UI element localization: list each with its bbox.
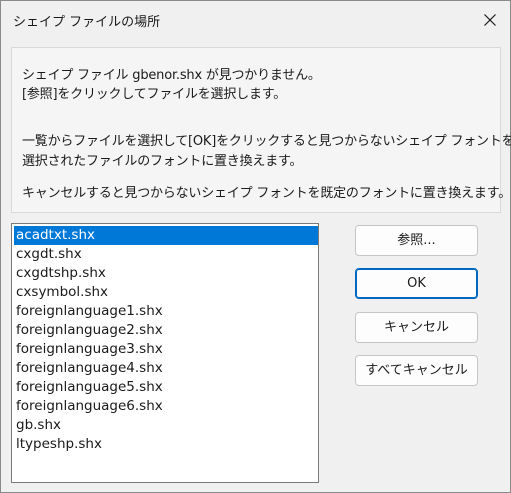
- list-item[interactable]: foreignlanguage4.shx: [14, 359, 318, 378]
- close-icon: [484, 14, 496, 26]
- dialog-title: シェイプ ファイルの場所: [13, 15, 161, 30]
- list-item[interactable]: ltypeshp.shx: [14, 435, 318, 454]
- list-item[interactable]: cxsymbol.shx: [14, 283, 318, 302]
- ok-button[interactable]: OK: [355, 268, 478, 299]
- message-line-2: [参照]をクリックしてファイルを選択します。: [22, 87, 287, 102]
- close-button[interactable]: [479, 9, 501, 31]
- list-item[interactable]: foreignlanguage5.shx: [14, 378, 318, 397]
- list-item[interactable]: foreignlanguage6.shx: [14, 397, 318, 416]
- cancel-all-button[interactable]: すべてキャンセル: [355, 355, 478, 386]
- cancel-button[interactable]: キャンセル: [355, 312, 478, 343]
- list-item[interactable]: foreignlanguage3.shx: [14, 340, 318, 359]
- shape-file-listbox[interactable]: acadtxt.shx cxgdt.shx cxgdtshp.shx cxsym…: [11, 223, 319, 483]
- title-bar[interactable]: シェイプ ファイルの場所: [1, 1, 510, 37]
- list-item[interactable]: acadtxt.shx: [14, 226, 318, 245]
- message-line-4: 選択されたファイルのフォントに置き換えます。: [22, 154, 303, 169]
- browse-button[interactable]: 参照...: [355, 225, 478, 256]
- message-line-5: キャンセルすると見つからないシェイプ フォントを既定のフォントに置き換えます。: [22, 186, 511, 201]
- message-line-3: 一覧からファイルを選択して[OK]をクリックすると見つからないシェイプ フォント…: [22, 134, 511, 149]
- message-panel: シェイプ ファイル gbenor.shx が見つかりません。 [参照]をクリック…: [11, 47, 511, 213]
- list-item[interactable]: gb.shx: [14, 416, 318, 435]
- list-item[interactable]: cxgdtshp.shx: [14, 264, 318, 283]
- list-item[interactable]: cxgdt.shx: [14, 245, 318, 264]
- list-item[interactable]: foreignlanguage2.shx: [14, 321, 318, 340]
- list-item[interactable]: foreignlanguage1.shx: [14, 302, 318, 321]
- message-line-1: シェイプ ファイル gbenor.shx が見つかりません。: [22, 68, 321, 83]
- shape-file-location-dialog: シェイプ ファイルの場所 シェイプ ファイル gbenor.shx が見つかりま…: [0, 0, 511, 493]
